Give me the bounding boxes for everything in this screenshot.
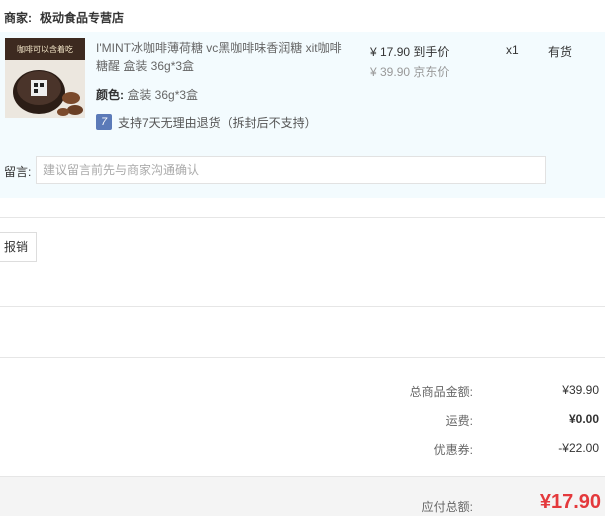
divider — [0, 217, 605, 218]
refund-policy: 7 支持7天无理由退货（拆封后不支持） — [96, 114, 317, 130]
product-block: 咖啡可以含着吃 I'MINT冰咖啡薄荷糖 vc黑咖啡味香润糖 xit咖啡糖醒 盒… — [0, 32, 605, 198]
freight-label: 运费: — [445, 414, 473, 428]
merchant-label: 商家: — [4, 11, 32, 25]
product-color: 颜色: 盒装 36g*3盒 — [96, 86, 198, 103]
refund-policy-text: 支持7天无理由退货（拆封后不支持） — [118, 115, 317, 130]
merchant-header: 商家: 极动食品专营店 — [0, 0, 605, 32]
message-input[interactable] — [36, 156, 546, 184]
summary-coupon-row: 优惠券: -¥22.00 — [0, 441, 605, 461]
seven-day-return-icon: 7 — [96, 114, 112, 130]
invoice-button[interactable]: 报销 — [0, 232, 37, 262]
product-color-label: 颜色: — [96, 88, 124, 102]
summary-goods-row: 总商品金额: ¥39.90 — [0, 383, 605, 403]
total-label: 应付总额: — [421, 500, 473, 514]
goods-total-value: ¥39.90 — [562, 383, 599, 397]
total-value: ¥17.90 — [539, 491, 601, 513]
order-page: 商家: 极动食品专营店 咖啡可以含着吃 I'MINT冰咖啡薄荷糖 vc黑咖啡味香… — [0, 0, 605, 516]
stock-status: 有货 — [548, 45, 573, 59]
product-image[interactable]: 咖啡可以含着吃 — [5, 38, 85, 118]
freight-value: ¥0.00 — [568, 412, 599, 426]
product-color-value: 盒装 36g*3盒 — [127, 88, 199, 102]
summary-freight-row: 运费: ¥0.00 — [0, 412, 605, 432]
merchant-name[interactable]: 极动食品专营店 — [40, 9, 124, 26]
divider — [0, 306, 605, 307]
message-label: 留言: — [4, 165, 32, 179]
total-bar: 应付总额: ¥17.90 — [0, 476, 605, 516]
product-image-art: 咖啡可以含着吃 — [5, 38, 85, 118]
price-app: ¥ 17.90 到手价 — [370, 45, 450, 59]
product-quantity: x1 — [506, 43, 519, 57]
coupon-label: 优惠券: — [433, 443, 473, 457]
product-image-text: 咖啡可以含着吃 — [17, 44, 73, 54]
divider — [0, 357, 605, 358]
price-jd: ¥ 39.90 京东价 — [370, 65, 450, 79]
goods-total-label: 总商品金额: — [409, 385, 473, 399]
coupon-value: -¥22.00 — [558, 441, 599, 455]
product-name[interactable]: I'MINT冰咖啡薄荷糖 vc黑咖啡味香润糖 xit咖啡糖醒 盒装 36g*3盒 — [96, 39, 346, 75]
